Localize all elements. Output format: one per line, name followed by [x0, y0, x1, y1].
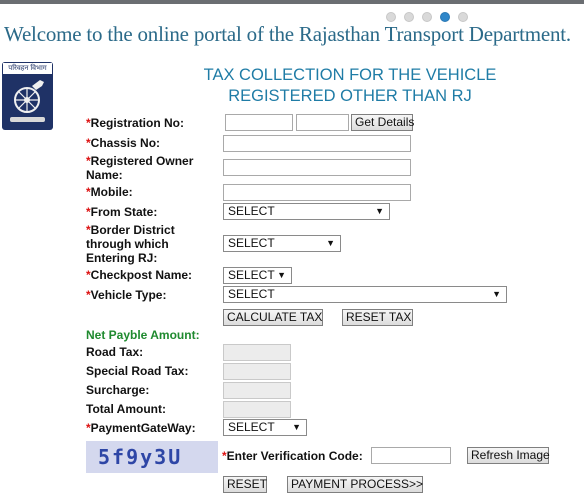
- chevron-down-icon: ▼: [492, 289, 501, 299]
- slider-dot[interactable]: [404, 12, 414, 22]
- border-district-value: SELECT: [228, 236, 275, 250]
- owner-label-text-1: Registered Owner: [90, 154, 194, 168]
- owner-label-text-2: Name:: [86, 168, 123, 182]
- chevron-down-icon: ▼: [277, 270, 286, 280]
- special-road-tax-label: Special Road Tax:: [86, 364, 189, 378]
- verification-label-text: Enter Verification Code:: [226, 449, 363, 463]
- slider-dots: [386, 12, 468, 22]
- owner-label: *Registered Owner Name:: [86, 154, 193, 182]
- mobile-label: *Mobile:: [86, 185, 133, 199]
- border-district-label: *Border District through which Entering RJ…: [86, 223, 175, 265]
- slider-dot-active[interactable]: [440, 12, 450, 22]
- captcha-image: 5f9y3U: [86, 441, 218, 473]
- mobile-input[interactable]: [223, 184, 411, 201]
- slider-dot[interactable]: [386, 12, 396, 22]
- border-label-text-3: Entering RJ:: [86, 251, 158, 265]
- reset-button[interactable]: RESET: [223, 476, 267, 493]
- mobile-label-text: Mobile:: [90, 185, 133, 199]
- vehicle-type-value: SELECT: [228, 287, 275, 301]
- payment-gateway-label: *PaymentGateWay:: [86, 421, 196, 435]
- transport-department-logo: परिवहन विभाग: [2, 62, 53, 130]
- registration-part1-input[interactable]: [225, 114, 293, 131]
- emblem-icon: [10, 80, 45, 122]
- border-label-text-2: through which: [86, 237, 169, 251]
- from-state-select[interactable]: SELECT ▼: [223, 203, 390, 220]
- from-state-label: *From State:: [86, 205, 157, 219]
- chevron-down-icon: ▼: [375, 206, 384, 216]
- chevron-down-icon: ▼: [326, 238, 335, 248]
- payment-gateway-value: SELECT: [228, 420, 275, 434]
- from-state-label-text: From State:: [90, 205, 158, 219]
- border-label-text-1: Border District: [90, 223, 175, 237]
- calculate-tax-button[interactable]: CALCULATE TAX: [223, 309, 323, 326]
- verification-code-input[interactable]: [371, 447, 451, 464]
- road-tax-field: [223, 344, 291, 361]
- vehicle-type-label-text: Vehicle Type:: [90, 288, 167, 302]
- verification-label: *Enter Verification Code:: [222, 449, 363, 463]
- page-title-line-1: TAX COLLECTION FOR THE VEHICLE: [203, 66, 497, 84]
- owner-name-input[interactable]: [223, 159, 411, 176]
- page-title-line-2: REGISTERED OTHER THAN RJ: [228, 87, 472, 105]
- surcharge-field: [223, 382, 291, 399]
- reset-tax-button[interactable]: RESET TAX: [342, 309, 413, 326]
- checkpost-value: SELECT: [228, 268, 275, 282]
- border-district-select[interactable]: SELECT ▼: [223, 235, 341, 252]
- slider-dot[interactable]: [458, 12, 468, 22]
- chevron-down-icon: ▼: [292, 422, 301, 432]
- chassis-label: *Chassis No:: [86, 136, 160, 150]
- page-title: TAX COLLECTION FOR THE VEHICLE REGISTERE…: [170, 65, 530, 107]
- total-amount-label: Total Amount:: [86, 402, 166, 416]
- payment-gateway-label-text: PaymentGateWay:: [90, 421, 196, 435]
- road-tax-label: Road Tax:: [86, 345, 144, 359]
- special-road-tax-field: [223, 363, 291, 380]
- refresh-image-button[interactable]: Refresh Image: [467, 447, 550, 464]
- total-amount-field: [223, 401, 291, 418]
- top-banner-strip: [0, 0, 584, 4]
- surcharge-label: Surcharge:: [86, 383, 150, 397]
- get-details-button[interactable]: Get Details: [351, 114, 414, 131]
- from-state-value: SELECT: [228, 204, 275, 218]
- chassis-label-text: Chassis No:: [90, 136, 161, 150]
- vehicle-type-label: *Vehicle Type:: [86, 288, 166, 302]
- checkpost-select[interactable]: SELECT ▼: [223, 267, 292, 284]
- checkpost-label: *Checkpost Name:: [86, 268, 192, 282]
- registration-label-text: Registration No:: [90, 116, 185, 130]
- payment-gateway-select[interactable]: SELECT ▼: [223, 419, 307, 436]
- registration-part2-input[interactable]: [296, 114, 349, 131]
- slider-dot[interactable]: [422, 12, 432, 22]
- registration-label: *Registration No:: [86, 116, 184, 130]
- net-payable-heading: Net Payble Amount:: [86, 328, 200, 342]
- welcome-text: Welcome to the online portal of the Raja…: [4, 22, 571, 46]
- payment-process-button[interactable]: PAYMENT PROCESS>>: [287, 476, 423, 493]
- vehicle-type-select[interactable]: SELECT ▼: [223, 286, 507, 303]
- checkpost-label-text: Checkpost Name:: [90, 268, 193, 282]
- chassis-input[interactable]: [223, 135, 411, 152]
